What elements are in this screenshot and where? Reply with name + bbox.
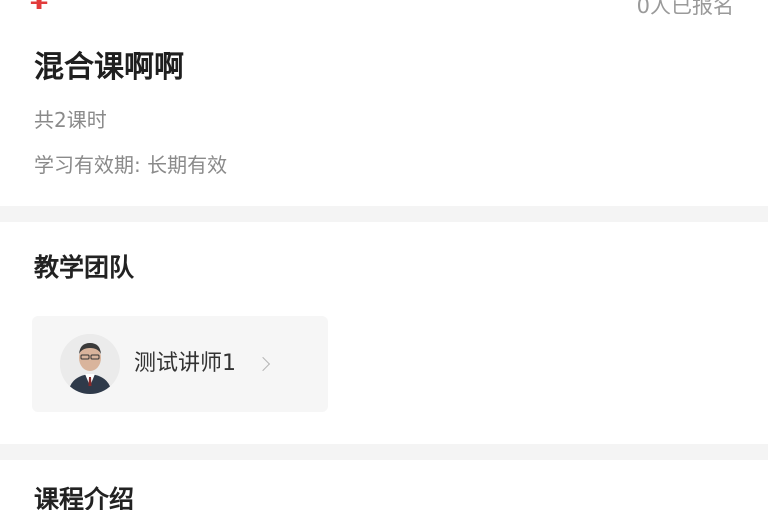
lesson-count: 共2课时 [34, 108, 107, 132]
teacher-card[interactable]: 测试讲师1 [32, 316, 328, 412]
teacher-name: 测试讲师1 [134, 351, 236, 376]
course-detail-page: ¥ 0人已报名 混合课啊啊 共2课时 学习有效期: 长期有效 教学团队 测试讲师… [0, 0, 768, 510]
course-intro-card: 课程介绍 [0, 460, 768, 510]
teaching-team-heading: 教学团队 [34, 253, 135, 282]
course-info-card: ¥ 0人已报名 混合课啊啊 共2课时 学习有效期: 长期有效 [0, 0, 768, 206]
price-mark: ¥ [30, 0, 49, 16]
person-icon [60, 334, 120, 394]
validity-period: 学习有效期: 长期有效 [34, 153, 228, 177]
teacher-avatar [60, 334, 120, 394]
teaching-team-card: 教学团队 测试讲师1 [0, 222, 768, 444]
chevron-right-icon [255, 356, 271, 372]
course-title: 混合课啊啊 [34, 50, 184, 85]
course-intro-heading: 课程介绍 [34, 485, 135, 510]
enrolled-count: 0人已报名 [636, 0, 734, 18]
